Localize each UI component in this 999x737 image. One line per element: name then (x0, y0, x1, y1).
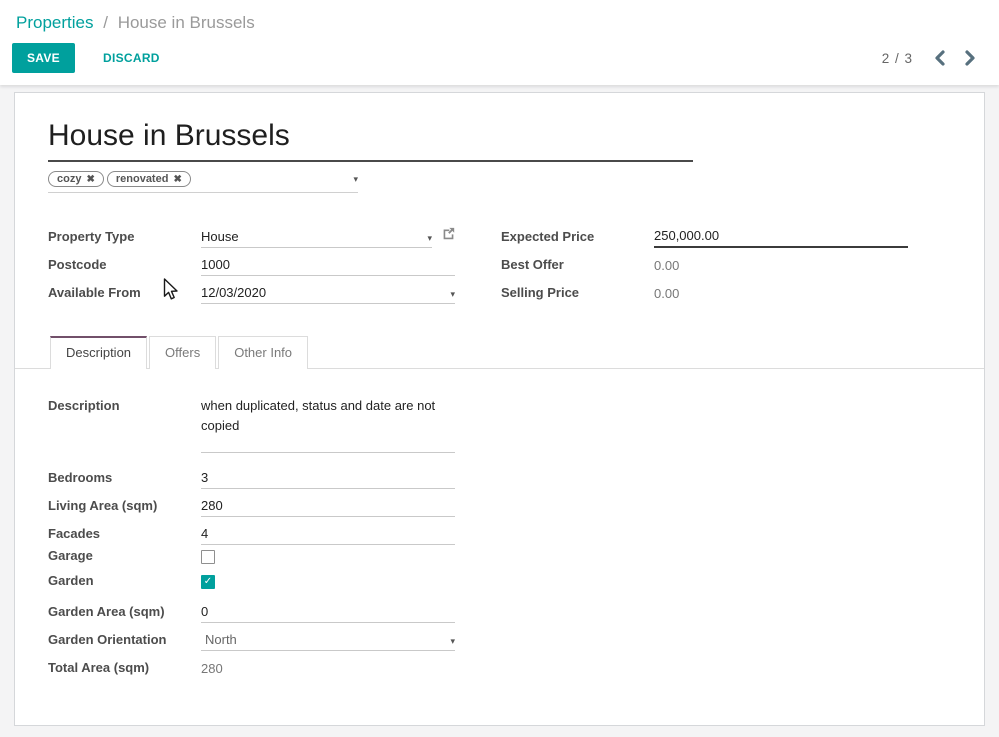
living-area-label: Living Area (sqm) (48, 498, 201, 517)
garden-orientation-dropdown-icon[interactable]: ▾ (450, 637, 455, 647)
title-field[interactable]: House in Brussels (48, 119, 693, 162)
garden-orientation-value: North (205, 632, 237, 647)
tag-renovated[interactable]: renovated ✖ (107, 171, 191, 187)
breadcrumb-current: House in Brussels (118, 13, 255, 32)
form-view: House in Brussels cozy ✖ renovated ✖ ▾ P… (0, 85, 999, 726)
garden-label: Garden (48, 573, 201, 592)
description-input[interactable]: when duplicated, status and date are not… (201, 396, 455, 453)
postcode-label: Postcode (48, 257, 201, 276)
expected-price-value: 250,000.00 (654, 228, 719, 243)
pager: 2 / 3 (882, 50, 977, 66)
field-row-best-offer: Best Offer 0.00 (501, 248, 908, 276)
field-row-garden-orientation: Garden Orientation North ▾ (48, 623, 455, 651)
facades-value: 4 (201, 526, 208, 541)
expected-price-label: Expected Price (501, 229, 654, 248)
property-type-label: Property Type (48, 229, 201, 248)
discard-button[interactable]: DISCARD (93, 43, 170, 73)
tag-label: renovated (116, 173, 169, 185)
tag-remove-icon[interactable]: ✖ (86, 174, 94, 185)
description-label: Description (48, 396, 201, 417)
property-type-input[interactable]: House ▾ (201, 229, 432, 248)
field-row-total-area: Total Area (sqm) 280 (48, 651, 455, 679)
garden-area-input[interactable]: 0 (201, 604, 455, 623)
checkmark-icon: ✓ (204, 577, 212, 587)
tab-other-info[interactable]: Other Info (218, 336, 308, 369)
garden-orientation-label: Garden Orientation (48, 632, 201, 651)
best-offer-value: 0.00 (654, 258, 908, 276)
field-row-expected-price: Expected Price 250,000.00 (501, 220, 908, 248)
pager-next-icon[interactable] (963, 50, 977, 66)
selling-price-label: Selling Price (501, 285, 654, 304)
tab-offers[interactable]: Offers (149, 336, 216, 369)
breadcrumb-separator: / (103, 13, 108, 32)
field-row-property-type: Property Type House ▾ (48, 220, 455, 248)
field-row-available-from: Available From 12/03/2020 ▾ (48, 276, 455, 304)
control-panel: Properties / House in Brussels SAVE DISC… (0, 0, 999, 85)
bedrooms-value: 3 (201, 470, 208, 485)
tags-field[interactable]: cozy ✖ renovated ✖ ▾ (48, 171, 358, 193)
living-area-value: 280 (201, 498, 223, 513)
breadcrumb: Properties / House in Brussels (0, 0, 999, 33)
toolbar: SAVE DISCARD 2 / 3 (0, 43, 999, 73)
living-area-input[interactable]: 280 (201, 498, 455, 517)
field-row-garden: Garden ✓ (48, 570, 455, 595)
postcode-input[interactable]: 1000 (201, 257, 455, 276)
field-row-garden-area: Garden Area (sqm) 0 (48, 595, 455, 623)
save-button[interactable]: SAVE (12, 43, 75, 73)
property-name-input[interactable]: House in Brussels (48, 119, 693, 153)
total-area-value: 280 (201, 661, 455, 679)
field-row-postcode: Postcode 1000 (48, 248, 455, 276)
available-from-label: Available From (48, 285, 201, 304)
garage-checkbox[interactable]: ✓ (201, 550, 215, 564)
selling-price-value: 0.00 (654, 286, 908, 304)
tag-remove-icon[interactable]: ✖ (173, 174, 181, 185)
expected-price-input[interactable]: 250,000.00 (654, 228, 908, 248)
postcode-value: 1000 (201, 257, 230, 272)
tag-label: cozy (57, 173, 81, 185)
description-value: when duplicated, status and date are not… (201, 396, 449, 436)
property-type-dropdown-icon[interactable]: ▾ (427, 234, 432, 244)
garden-area-value: 0 (201, 604, 208, 619)
field-group-right: Expected Price 250,000.00 Best Offer 0.0… (501, 220, 908, 304)
breadcrumb-properties-link[interactable]: Properties (16, 13, 93, 32)
field-row-selling-price: Selling Price 0.00 (501, 276, 908, 304)
pager-count: 2 / 3 (882, 51, 913, 66)
field-groups: Property Type House ▾ Postcode 1000 (48, 220, 951, 304)
garden-orientation-select[interactable]: North ▾ (201, 632, 455, 651)
available-from-input[interactable]: 12/03/2020 ▾ (201, 285, 455, 304)
field-group-left: Property Type House ▾ Postcode 1000 (48, 220, 455, 304)
form-sheet: House in Brussels cozy ✖ renovated ✖ ▾ P… (14, 92, 985, 726)
garden-area-label: Garden Area (sqm) (48, 604, 201, 623)
field-row-living-area: Living Area (sqm) 280 (48, 489, 455, 517)
pager-previous-icon[interactable] (933, 50, 947, 66)
tags-dropdown-icon[interactable]: ▾ (353, 175, 358, 184)
field-row-facades: Facades 4 (48, 517, 455, 545)
property-type-value: House (201, 229, 239, 244)
facades-label: Facades (48, 526, 201, 545)
tab-description[interactable]: Description (50, 336, 147, 369)
bedrooms-label: Bedrooms (48, 470, 201, 489)
tab-content-description: Description when duplicated, status and … (48, 369, 455, 679)
bedrooms-input[interactable]: 3 (201, 470, 455, 489)
field-row-bedrooms: Bedrooms 3 (48, 461, 455, 489)
total-area-label: Total Area (sqm) (48, 660, 201, 679)
date-dropdown-icon[interactable]: ▾ (450, 290, 455, 300)
notebook-tabs: Description Offers Other Info (15, 336, 984, 369)
garden-checkbox[interactable]: ✓ (201, 575, 215, 589)
available-from-value: 12/03/2020 (201, 285, 266, 300)
external-link-icon[interactable] (442, 227, 455, 248)
tag-cozy[interactable]: cozy ✖ (48, 171, 104, 187)
best-offer-label: Best Offer (501, 257, 654, 276)
field-row-garage: Garage ✓ (48, 545, 455, 570)
facades-input[interactable]: 4 (201, 526, 455, 545)
field-row-description: Description when duplicated, status and … (48, 396, 455, 453)
garage-label: Garage (48, 548, 201, 567)
